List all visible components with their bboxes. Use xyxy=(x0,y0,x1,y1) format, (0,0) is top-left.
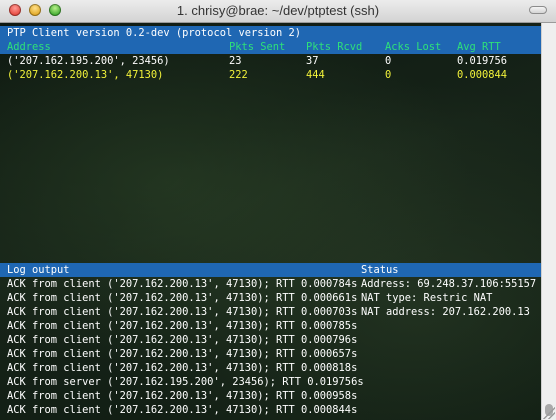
peer-acks-lost: 0 xyxy=(385,69,392,81)
status-title: Status xyxy=(361,264,399,276)
log-line: ACK from client ('207.162.200.13', 47130… xyxy=(7,362,358,374)
status-nat-type: NAT type: Restric NAT xyxy=(361,292,493,304)
column-header-pkts-rcvd: Pkts Rcvd xyxy=(306,41,363,53)
peer-acks-lost: 0 xyxy=(385,55,392,67)
log-line: ACK from client ('207.162.200.13', 47130… xyxy=(7,320,358,332)
terminal-window: 1. chrisy@brae: ~/dev/ptptest (ssh) PTP … xyxy=(0,0,556,420)
log-line: ACK from client ('207.162.200.13', 47130… xyxy=(7,348,358,360)
log-status-header-bar: Log output Status xyxy=(0,263,542,277)
log-line: ACK from client ('207.162.200.13', 47130… xyxy=(7,390,358,402)
column-header-acks-lost: Acks Lost xyxy=(385,41,442,53)
status-nat-address: NAT address: 207.162.200.13 xyxy=(361,306,530,318)
peer-avg-rtt: 0.019756 xyxy=(457,55,508,67)
toolbar-toggle-button[interactable] xyxy=(529,6,547,14)
log-line: ACK from client ('207.162.200.13', 47130… xyxy=(7,334,358,346)
status-address: Address: 69.248.37.106:55157 xyxy=(361,278,537,290)
table-row: ('207.162.195.200', 23456) 23 37 0 0.019… xyxy=(0,54,542,68)
resize-grip-icon[interactable] xyxy=(543,407,555,419)
window-title: 1. chrisy@brae: ~/dev/ptptest (ssh) xyxy=(176,3,380,18)
log-line: ACK from client ('207.162.200.13', 47130… xyxy=(7,306,358,318)
column-header-address: Address xyxy=(7,41,51,53)
title-bar[interactable]: 1. chrisy@brae: ~/dev/ptptest (ssh) xyxy=(0,0,556,23)
log-line: ACK from server ('207.162.195.200', 2345… xyxy=(7,376,364,388)
peer-pkts-sent: 222 xyxy=(229,69,248,81)
peer-avg-rtt: 0.000844 xyxy=(457,69,508,81)
table-row: ('207.162.200.13', 47130) 222 444 0 0.00… xyxy=(0,68,542,82)
column-header-pkts-sent: Pkts Sent xyxy=(229,41,286,53)
peer-pkts-rcvd: 444 xyxy=(306,69,325,81)
log-line: ACK from client ('207.162.200.13', 47130… xyxy=(7,292,358,304)
client-header-bar: PTP Client version 0.2-dev (protocol ver… xyxy=(0,26,542,40)
peer-pkts-rcvd: 37 xyxy=(306,55,319,67)
client-title: PTP Client version 0.2-dev (protocol ver… xyxy=(7,27,302,39)
peer-table-header: Address Pkts Sent Pkts Rcvd Acks Lost Av… xyxy=(0,40,542,54)
peer-address: ('207.162.195.200', 23456) xyxy=(7,55,170,67)
vertical-scrollbar[interactable] xyxy=(541,23,556,420)
log-line: ACK from client ('207.162.200.13', 47130… xyxy=(7,278,358,290)
log-output-title: Log output xyxy=(7,264,70,276)
peer-pkts-sent: 23 xyxy=(229,55,242,67)
peer-address: ('207.162.200.13', 47130) xyxy=(7,69,164,81)
log-line: ACK from client ('207.162.200.13', 47130… xyxy=(7,404,358,416)
column-header-avg-rtt: Avg RTT xyxy=(457,41,501,53)
terminal-content[interactable]: PTP Client version 0.2-dev (protocol ver… xyxy=(0,23,556,420)
